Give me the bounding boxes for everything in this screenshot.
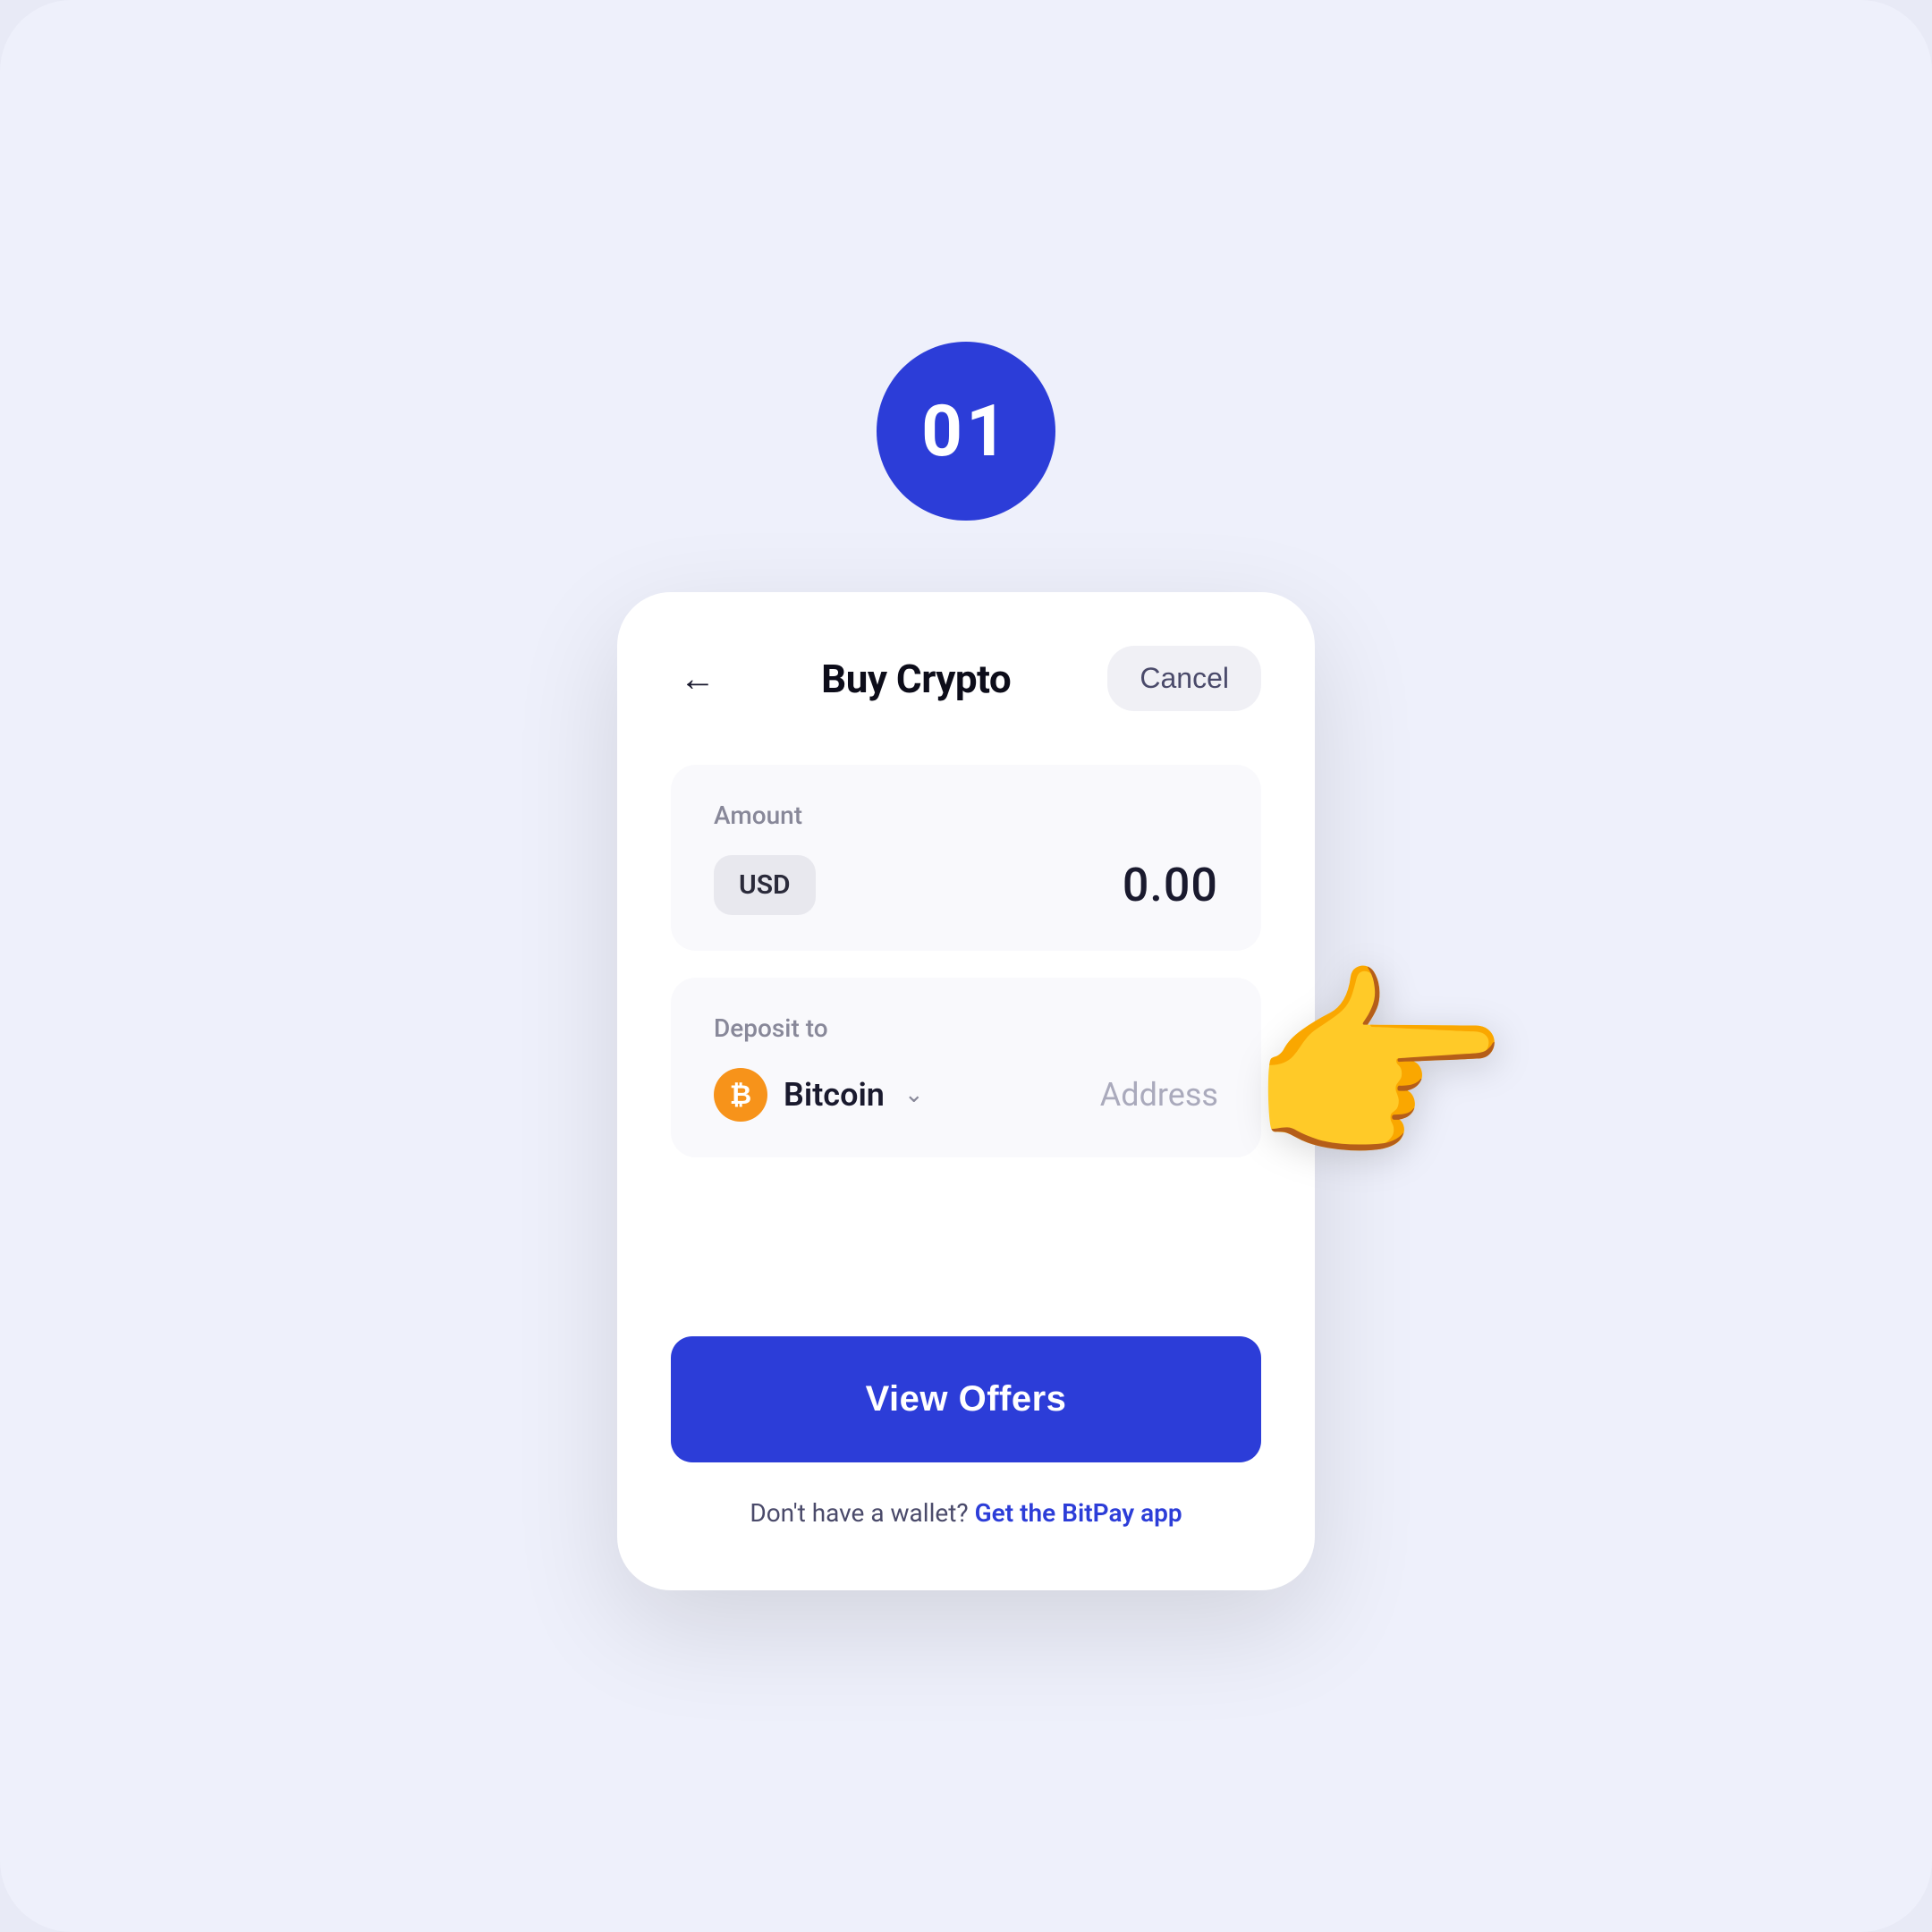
back-button[interactable]: ← [671,652,724,706]
footer-wallet-text: Don't have a wallet? Get the BitPay app [671,1498,1261,1528]
page-title: Buy Crypto [821,656,1011,702]
phone-card: ← Buy Crypto Cancel Amount USD 0.00 Depo… [617,592,1315,1590]
amount-value[interactable]: 0.00 [1123,858,1218,912]
amount-row: USD 0.00 [714,855,1218,915]
amount-section: Amount USD 0.00 [671,765,1261,951]
phone-container: ← Buy Crypto Cancel Amount USD 0.00 Depo… [617,592,1315,1590]
get-bitpay-app-link[interactable]: Get the BitPay app [975,1498,1182,1528]
bitcoin-symbol: ₿ [730,1080,751,1111]
page-background: 01 ← Buy Crypto Cancel Amount USD 0.00 [0,0,1932,1932]
phone-header: ← Buy Crypto Cancel [671,646,1261,711]
chevron-down-icon: ⌄ [904,1081,924,1108]
step-number: 01 [921,389,1011,473]
cancel-button[interactable]: Cancel [1107,646,1261,711]
deposit-row: ₿ Bitcoin ⌄ Address [714,1068,1218,1122]
back-arrow-icon: ← [680,657,716,699]
deposit-label: Deposit to [714,1013,1218,1043]
hand-illustration: 👉 [1244,962,1512,1177]
view-offers-button[interactable]: View Offers [671,1336,1261,1462]
bitcoin-icon: ₿ [714,1068,767,1122]
bitcoin-label: Bitcoin [784,1076,885,1114]
spacer [671,1157,1261,1336]
amount-label: Amount [714,801,1218,830]
currency-badge[interactable]: USD [714,855,816,915]
step-badge: 01 [877,342,1055,521]
no-wallet-text: Don't have a wallet? [750,1498,968,1528]
address-placeholder[interactable]: Address [1100,1076,1218,1114]
bitcoin-selector[interactable]: ₿ Bitcoin ⌄ [714,1068,924,1122]
deposit-section: Deposit to ₿ Bitcoin ⌄ Address [671,978,1261,1157]
